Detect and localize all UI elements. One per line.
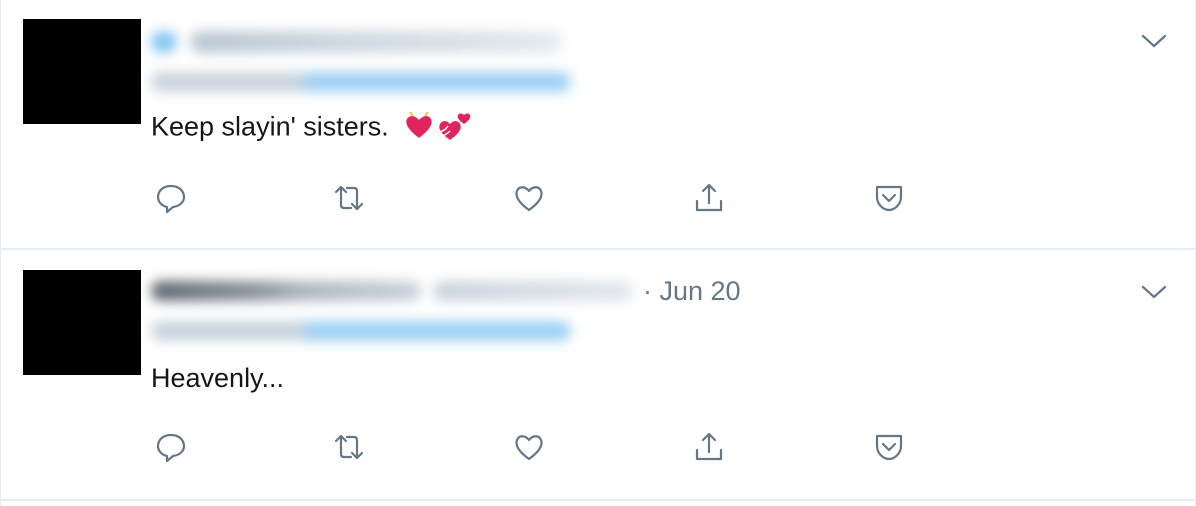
pocket-button[interactable] (869, 427, 909, 467)
tweet-date[interactable]: · Jun 20 (643, 276, 741, 307)
pocket-icon (875, 185, 903, 212)
reply-icon (156, 184, 186, 214)
tweet-text-content: Heavenly... (151, 363, 285, 393)
like-button[interactable] (509, 427, 549, 467)
blurred-display-name (151, 281, 421, 301)
reply-button[interactable] (151, 427, 191, 467)
tweet[interactable]: Keep slayin' sisters. (1, 0, 1196, 250)
chevron-down-icon (1141, 34, 1167, 48)
tweet-menu-caret[interactable] (1139, 26, 1169, 56)
tweet-text: Keep slayin' sisters. (151, 108, 474, 149)
retweet-button[interactable] (329, 427, 369, 467)
like-button[interactable] (509, 178, 549, 218)
tweet-timeline: Keep slayin' sisters. · Jun 20 Heavenly.… (0, 0, 1196, 506)
share-icon (695, 432, 723, 461)
share-button[interactable] (689, 427, 729, 467)
blurred-replying-to (151, 72, 571, 92)
tweet-header (151, 24, 561, 60)
reply-button[interactable] (151, 178, 191, 218)
tweet-actions (151, 178, 931, 218)
tweet-menu-caret[interactable] (1139, 277, 1169, 307)
pocket-icon (875, 434, 903, 461)
avatar[interactable] (23, 19, 141, 124)
blurred-username (191, 31, 561, 53)
two-hearts-icon (436, 108, 474, 149)
avatar[interactable] (23, 270, 141, 375)
tweet-actions (151, 427, 931, 467)
blurred-replying-to (151, 321, 571, 341)
tweet-text: Heavenly... (151, 363, 284, 394)
tweet-text-content: Keep slayin' sisters. (151, 111, 397, 142)
blurred-user-icon (151, 31, 177, 53)
tweet-header: · Jun 20 (151, 273, 741, 309)
reply-icon (156, 433, 186, 463)
retweet-icon (334, 185, 364, 211)
share-button[interactable] (689, 178, 729, 218)
chevron-down-icon (1141, 285, 1167, 299)
pocket-button[interactable] (869, 178, 909, 218)
tweet[interactable]: · Jun 20 Heavenly... (1, 251, 1196, 501)
like-icon (515, 435, 543, 461)
heart-icon (402, 108, 436, 149)
blurred-handle (433, 281, 633, 301)
replying-to (151, 321, 571, 349)
replying-to (151, 72, 571, 100)
like-icon (515, 186, 543, 212)
retweet-button[interactable] (329, 178, 369, 218)
share-icon (695, 183, 723, 212)
retweet-icon (334, 434, 364, 460)
